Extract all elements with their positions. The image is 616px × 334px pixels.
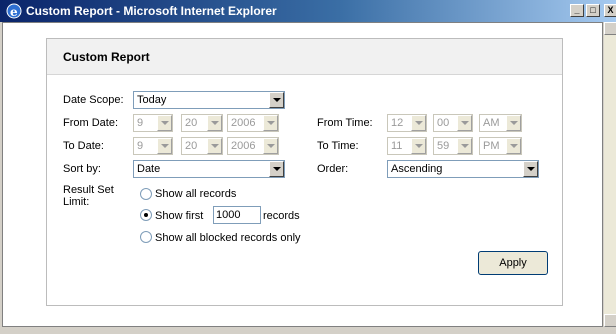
maximize-button[interactable]: □	[586, 4, 600, 17]
browser-content: Custom Report Date Scope: Today From Dat…	[2, 22, 603, 327]
radio-show-blocked[interactable]	[140, 231, 152, 243]
to-date-label: To Date:	[63, 140, 104, 152]
from-minute-value: 00	[437, 117, 450, 129]
scroll-up-button[interactable]	[604, 22, 616, 35]
to-hour-value: 11	[391, 140, 403, 152]
from-time-label: From Time:	[317, 117, 373, 129]
to-day-select[interactable]: 20	[181, 137, 223, 155]
sort-by-value: Date	[137, 163, 161, 175]
records-suffix-label: records	[263, 210, 300, 222]
vertical-scrollbar[interactable]	[603, 22, 616, 327]
order-select[interactable]: Ascending	[387, 160, 539, 178]
to-minute-value: 59	[437, 140, 450, 152]
panel-title: Custom Report	[63, 50, 150, 64]
from-day-value: 20	[185, 117, 198, 129]
to-month-value: 9	[137, 140, 144, 152]
to-year-value: 2006	[231, 140, 256, 152]
internet-explorer-icon: e	[6, 3, 22, 19]
from-hour-select[interactable]: 12	[387, 114, 427, 132]
radio-show-blocked-label[interactable]: Show all blocked records only	[155, 232, 301, 244]
date-scope-value: Today	[137, 94, 167, 106]
date-scope-label: Date Scope:	[63, 94, 124, 106]
result-limit-label-line1: Result Set	[63, 184, 114, 196]
radio-show-all-label[interactable]: Show all records	[155, 188, 236, 200]
radio-show-first-label[interactable]: Show first	[155, 210, 203, 222]
from-ampm-value: AM	[483, 117, 500, 129]
radio-show-all[interactable]	[140, 188, 152, 200]
to-year-select[interactable]: 2006	[227, 137, 279, 155]
apply-button[interactable]: Apply	[478, 251, 548, 275]
order-value: Ascending	[391, 163, 443, 175]
from-hour-value: 12	[391, 117, 404, 129]
window-titlebar: e Custom Report - Microsoft Internet Exp…	[0, 0, 616, 22]
chevron-down-icon[interactable]	[157, 115, 172, 131]
to-hour-select[interactable]: 11	[387, 137, 427, 155]
custom-report-panel: Custom Report Date Scope: Today From Dat…	[46, 38, 563, 306]
chevron-down-icon[interactable]	[411, 138, 426, 154]
to-minute-select[interactable]: 59	[433, 137, 473, 155]
scroll-down-button[interactable]	[604, 314, 616, 327]
from-month-value: 9	[137, 117, 144, 129]
panel-header: Custom Report	[47, 39, 562, 75]
to-day-value: 20	[185, 140, 198, 152]
result-limit-label-line2: Limit:	[63, 196, 90, 208]
chevron-down-icon[interactable]	[207, 115, 222, 131]
from-date-label: From Date:	[63, 117, 119, 129]
from-ampm-select[interactable]: AM	[479, 114, 522, 132]
sort-by-select[interactable]: Date	[133, 160, 285, 178]
chevron-down-icon[interactable]	[157, 138, 172, 154]
to-ampm-select[interactable]: PM	[479, 137, 522, 155]
chevron-down-icon[interactable]	[207, 138, 222, 154]
chevron-down-icon[interactable]	[263, 115, 278, 131]
sort-by-label: Sort by:	[63, 163, 101, 175]
chevron-down-icon[interactable]	[457, 115, 472, 131]
from-year-select[interactable]: 2006	[227, 114, 279, 132]
from-year-value: 2006	[231, 117, 256, 129]
chevron-down-icon[interactable]	[263, 138, 278, 154]
chevron-down-icon[interactable]	[269, 161, 284, 177]
chevron-down-icon[interactable]	[411, 115, 426, 131]
chevron-down-icon[interactable]	[506, 115, 521, 131]
order-label: Order:	[317, 163, 349, 175]
record-count-input[interactable]	[213, 206, 261, 224]
from-minute-select[interactable]: 00	[433, 114, 473, 132]
close-button[interactable]: X	[604, 4, 616, 17]
chevron-down-icon[interactable]	[269, 92, 284, 108]
date-scope-select[interactable]: Today	[133, 91, 285, 109]
svg-text:e: e	[10, 5, 18, 19]
chevron-down-icon[interactable]	[523, 161, 538, 177]
chevron-down-icon[interactable]	[506, 138, 521, 154]
from-month-select[interactable]: 9	[133, 114, 173, 132]
window-title: Custom Report - Microsoft Internet Explo…	[26, 4, 277, 18]
chevron-down-icon[interactable]	[457, 138, 472, 154]
from-day-select[interactable]: 20	[181, 114, 223, 132]
to-month-select[interactable]: 9	[133, 137, 173, 155]
to-time-label: To Time:	[317, 140, 359, 152]
minimize-button[interactable]: _	[570, 4, 584, 17]
to-ampm-value: PM	[483, 140, 500, 152]
radio-show-first[interactable]	[140, 209, 152, 221]
